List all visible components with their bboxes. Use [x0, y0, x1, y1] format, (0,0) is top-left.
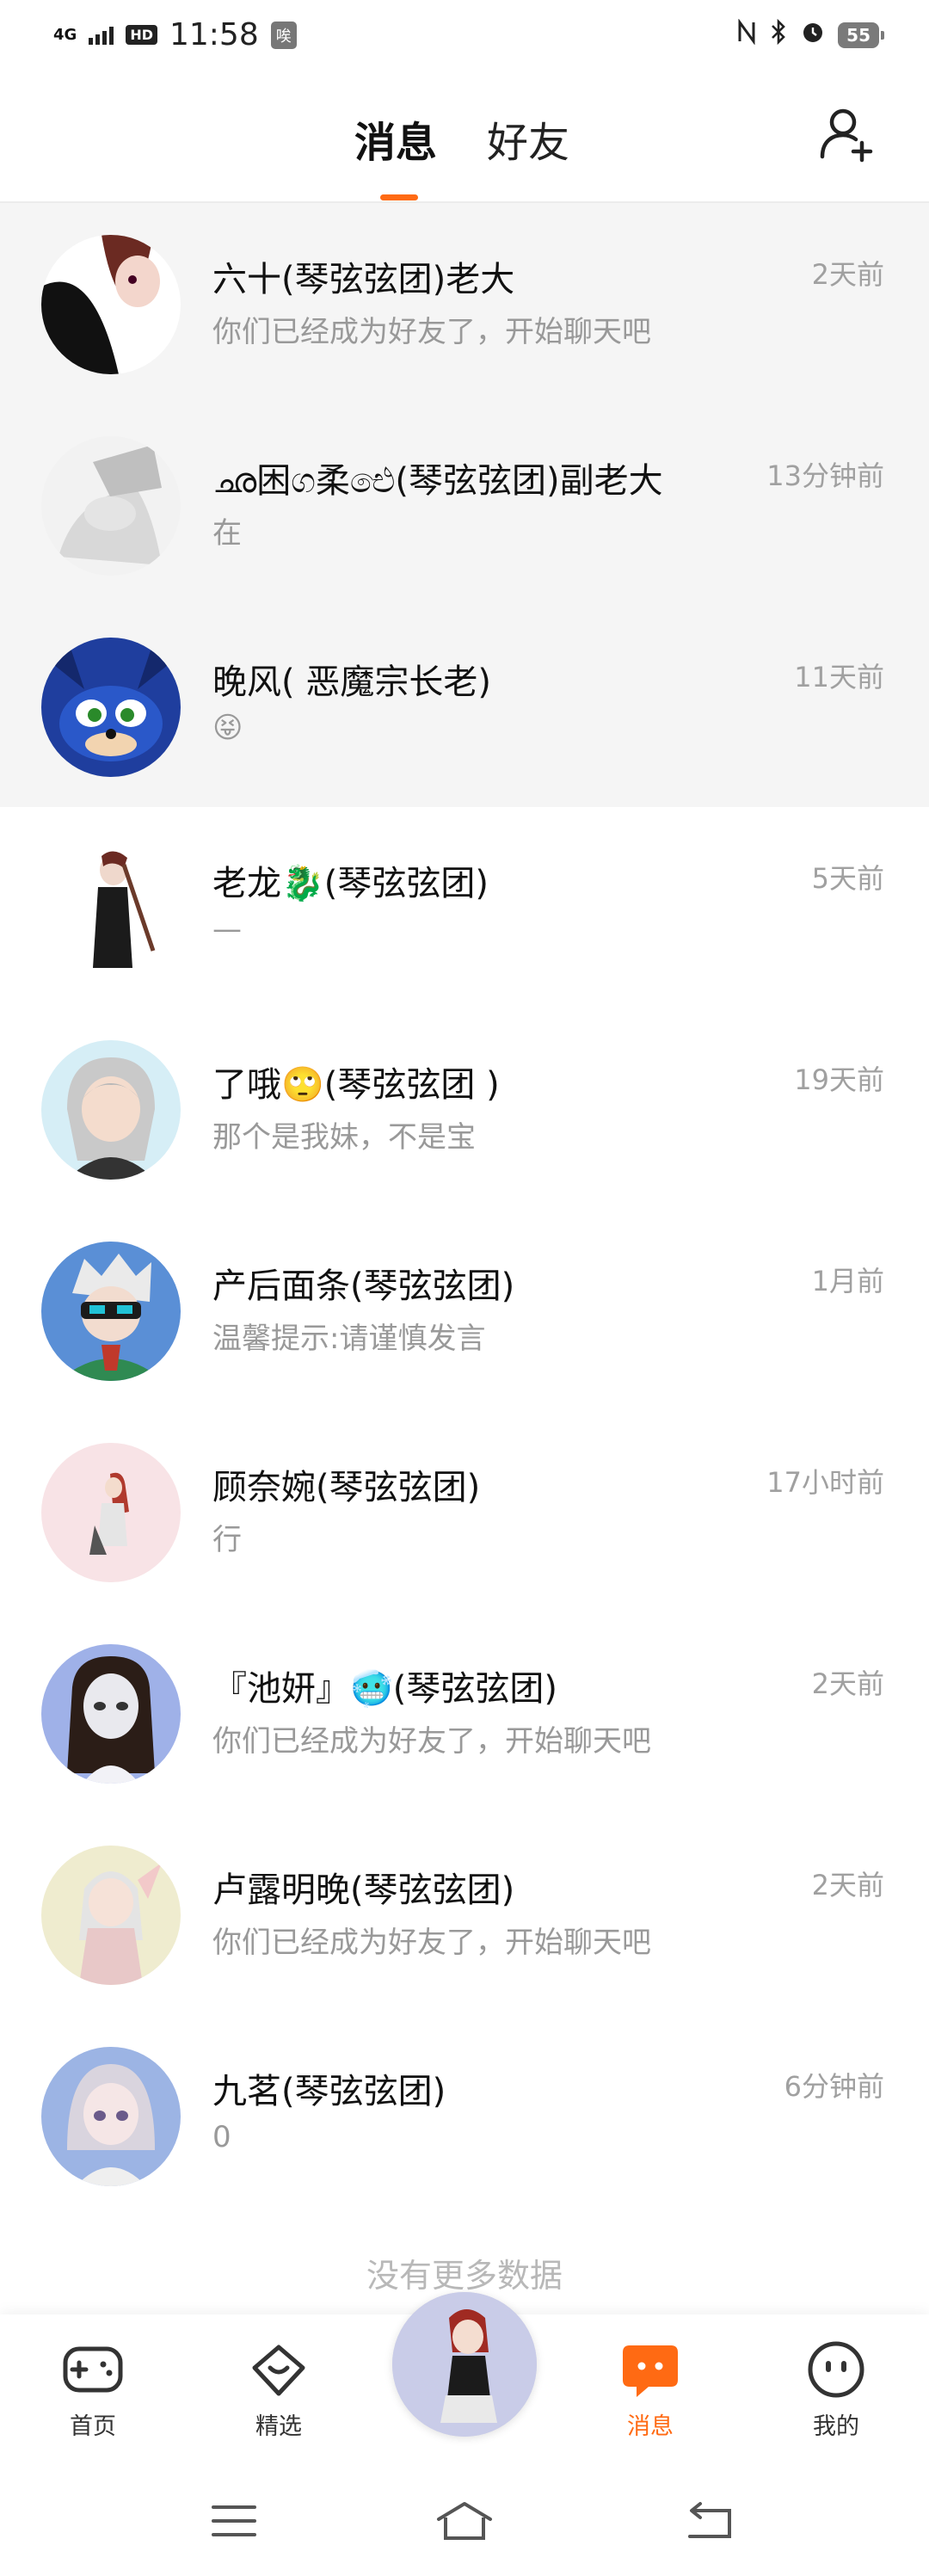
conversation-item[interactable]: 九茗(琴弦弦团) 0 6分钟前 — [0, 2015, 929, 2216]
message-time: 2天前 — [811, 1667, 884, 1700]
conversation-item[interactable]: 六十(琴弦弦团)老大 你们已经成为好友了，开始聊天吧 2天前 — [0, 203, 929, 404]
chat-icon — [623, 2345, 678, 2397]
hd-badge: HD — [126, 25, 157, 45]
message-time: 2天前 — [811, 1869, 884, 1901]
message-preview: 你们已经成为好友了，开始聊天吧 — [212, 1724, 651, 1759]
face-icon — [808, 2341, 864, 2398]
message-preview: 那个是我妹，不是宝 — [212, 1120, 476, 1155]
nfc-icon — [736, 18, 757, 52]
avatar — [41, 1040, 181, 1180]
avatar — [41, 1644, 181, 1784]
clock: 11:58 — [169, 17, 259, 52]
nav-profile[interactable]: 我的 — [776, 2337, 896, 2441]
add-user-icon — [820, 108, 873, 163]
bottom-navigation: 首页 精选 消息 我的 — [0, 2292, 929, 2466]
battery-icon: 55 — [838, 22, 884, 48]
avatar — [41, 1846, 181, 1985]
conversation-item[interactable]: 『池妍』🥶(琴弦弦团) 你们已经成为好友了，开始聊天吧 2天前 — [0, 1612, 929, 1814]
network-indicator: 4G — [53, 25, 77, 44]
conversation-item[interactable]: 顾奈婉(琴弦弦团) 行 17小时前 — [0, 1411, 929, 1612]
bluetooth-icon — [769, 18, 788, 52]
nav-featured[interactable]: 精选 — [218, 2337, 339, 2441]
status-bar: 4G HD 11:58 唉 55 — [0, 0, 929, 69]
nav-messages[interactable]: 消息 — [590, 2337, 711, 2441]
nav-home[interactable]: 首页 — [33, 2337, 153, 2441]
message-preview: 行 — [212, 1523, 242, 1557]
center-avatar-button[interactable] — [392, 2292, 537, 2437]
avatar — [41, 638, 181, 777]
message-time: 5天前 — [811, 862, 884, 895]
message-preview: — — [212, 912, 242, 946]
tab-messages[interactable]: 消息 — [354, 108, 437, 169]
contact-name: 产后面条(琴弦弦团) — [212, 1266, 515, 1306]
nav-profile-label: 我的 — [813, 2413, 859, 2440]
message-time: 2天前 — [811, 258, 884, 291]
nav-home-label: 首页 — [70, 2413, 116, 2440]
contact-name: 晚风( 恶魔宗长老) — [212, 662, 491, 702]
avatar — [41, 2047, 181, 2186]
contact-name: ഛ困ග柔ඓ(琴弦弦团)副老大 — [212, 461, 663, 501]
back-icon[interactable] — [683, 2500, 735, 2542]
alarm-icon — [800, 19, 826, 52]
message-time: 19天前 — [794, 1063, 884, 1096]
tab-friends[interactable]: 好友 — [487, 108, 569, 169]
message-preview: 0 — [212, 2120, 231, 2154]
conversation-item[interactable]: 了哦🙄(琴弦弦团 ) 那个是我妹，不是宝 19天前 — [0, 1008, 929, 1210]
message-time: 6分钟前 — [784, 2070, 884, 2103]
notification-app-badge: 唉 — [270, 21, 297, 49]
home-icon[interactable] — [434, 2500, 495, 2542]
contact-name: 顾奈婉(琴弦弦团) — [212, 1468, 481, 1507]
conversation-item[interactable]: 卢露明晚(琴弦弦团) 你们已经成为好友了，开始聊天吧 2天前 — [0, 1814, 929, 2015]
conversation-item[interactable]: ഛ困ග柔ඓ(琴弦弦团)副老大 在 13分钟前 — [0, 404, 929, 606]
top-header: 消息 好友 — [0, 69, 929, 203]
avatar — [41, 436, 181, 576]
avatar — [41, 839, 181, 978]
contact-name: 『池妍』🥶(琴弦弦团) — [212, 1669, 558, 1709]
system-navigation-bar — [0, 2466, 929, 2576]
list-end-label: 没有更多数据 — [366, 2257, 563, 2295]
message-preview: 温馨提示:请谨慎发言 — [212, 1322, 486, 1356]
add-friend-button[interactable] — [817, 103, 879, 165]
message-time: 11天前 — [794, 661, 884, 693]
gamepad-icon — [63, 2346, 123, 2393]
avatar — [41, 1443, 181, 1582]
nav-featured-label: 精选 — [255, 2413, 302, 2440]
message-time: 17小时前 — [766, 1466, 884, 1499]
conversation-item[interactable]: 晚风( 恶魔宗长老) 😝 11天前 — [0, 606, 929, 807]
menu-icon[interactable] — [210, 2500, 258, 2542]
conversation-item[interactable]: 老龙🐉(琴弦弦团) — 5天前 — [0, 807, 929, 1008]
message-preview: 你们已经成为好友了，开始聊天吧 — [212, 1926, 651, 1960]
avatar — [392, 2292, 537, 2437]
message-preview: 你们已经成为好友了，开始聊天吧 — [212, 315, 651, 349]
message-time: 1月前 — [811, 1265, 884, 1297]
heart-icon — [252, 2345, 305, 2396]
message-time: 13分钟前 — [766, 459, 884, 492]
nav-messages-label: 消息 — [627, 2413, 674, 2440]
contact-name: 九茗(琴弦弦团) — [212, 2072, 446, 2111]
active-tab-indicator — [380, 194, 418, 200]
message-preview: 在 — [212, 516, 242, 551]
contact-name: 卢露明晚(琴弦弦团) — [212, 1870, 515, 1910]
message-preview: 😝 — [212, 711, 243, 745]
avatar — [41, 1242, 181, 1381]
contact-name: 六十(琴弦弦团)老大 — [212, 260, 515, 299]
signal-icon — [89, 26, 114, 45]
contact-name: 了哦🙄(琴弦弦团 ) — [212, 1065, 500, 1105]
conversation-item[interactable]: 产后面条(琴弦弦团) 温馨提示:请谨慎发言 1月前 — [0, 1210, 929, 1411]
conversation-list: 六十(琴弦弦团)老大 你们已经成为好友了，开始聊天吧 2天前 ഛ困ග柔ඓ(琴弦弦… — [0, 203, 929, 2216]
avatar — [41, 235, 181, 374]
contact-name: 老龙🐉(琴弦弦团) — [212, 864, 489, 903]
